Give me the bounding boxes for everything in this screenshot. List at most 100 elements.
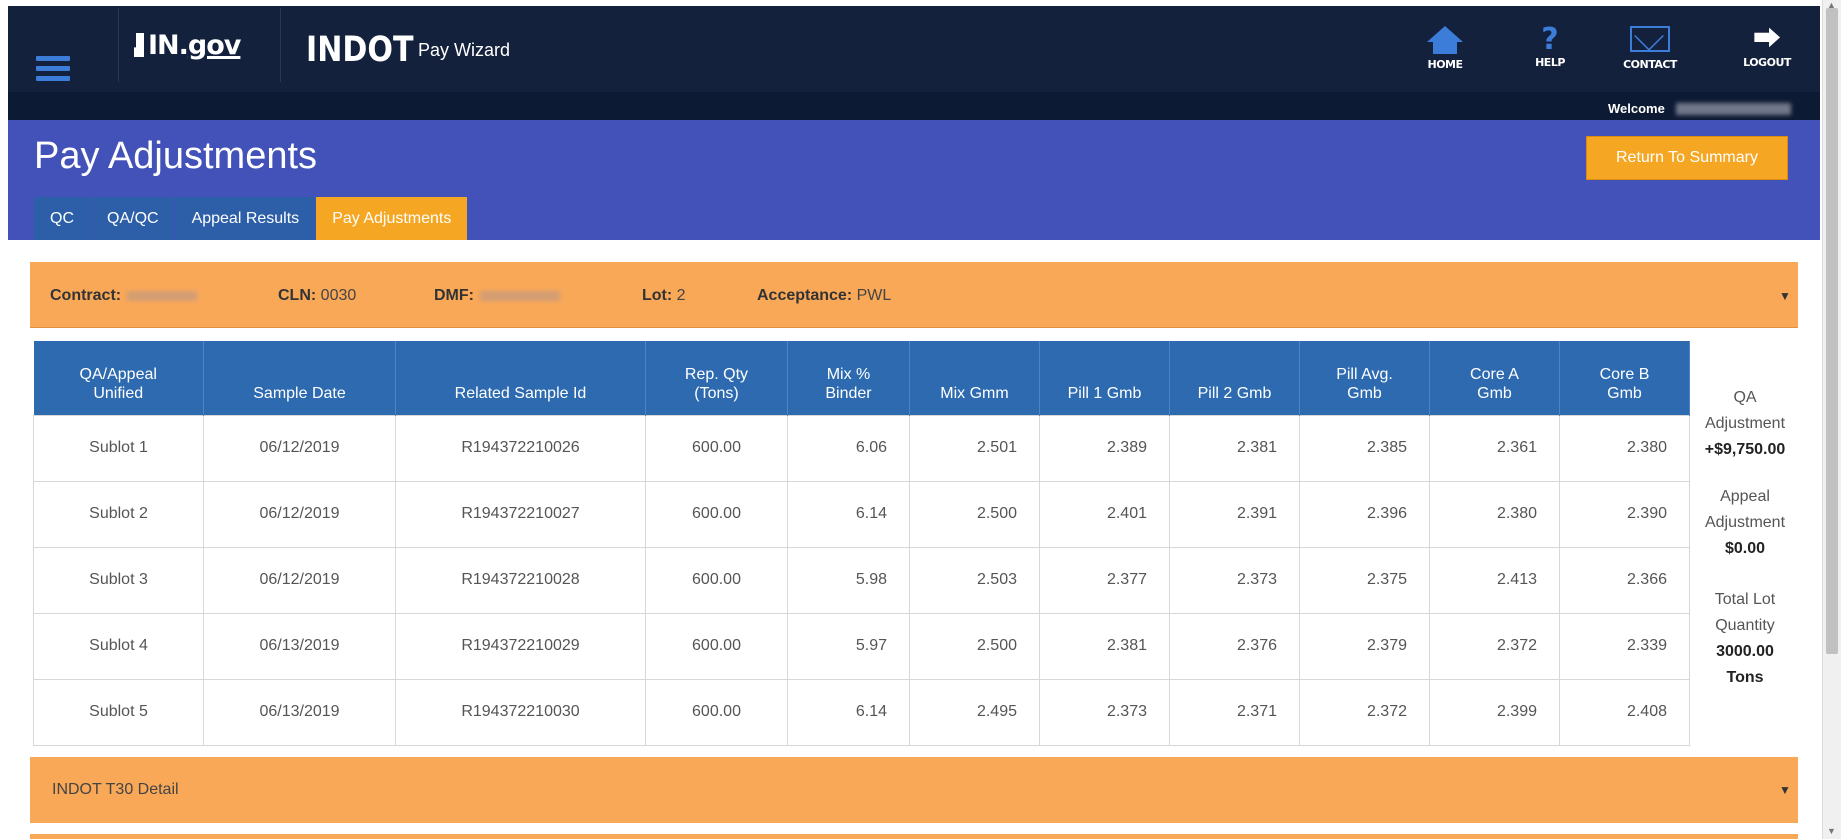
table-row: Sublot 5 06/13/2019 R194372210030 600.00 6.1… — [33, 678, 1690, 746]
appeal-adjustment: Appeal Adjustment $0.00 — [1704, 488, 1786, 557]
home-link[interactable]: HOME — [1410, 24, 1480, 71]
table-cell: 2.399 — [1429, 678, 1560, 746]
table-cell: 2.366 — [1559, 546, 1690, 614]
hamburger-menu-icon[interactable] — [36, 56, 70, 82]
total-lot-quantity: Total Lot Quantity 3000.00 Tons — [1714, 591, 1776, 686]
table-cell: 2.408 — [1559, 678, 1690, 746]
table-cell: 2.373 — [1169, 546, 1300, 614]
table-cell: 600.00 — [645, 546, 788, 614]
table-row: Sublot 2 06/12/2019 R194372210027 600.00 6.1… — [33, 480, 1690, 548]
column-header: Pill 1 Gmb — [1039, 341, 1170, 415]
table-cell: 2.339 — [1559, 612, 1690, 680]
tab-qa-qc[interactable]: QA/QC — [91, 197, 176, 240]
table-cell: Sublot 3 — [33, 546, 204, 614]
tab-qc[interactable]: QC — [34, 197, 91, 240]
column-header: Mix Gmm — [909, 341, 1040, 415]
table-cell: R194372210027 — [395, 480, 646, 548]
welcome-username-redacted — [1676, 103, 1791, 115]
column-header: Pill 2 Gmb — [1169, 341, 1300, 415]
t30-detail-bar[interactable] — [30, 757, 1798, 823]
table-cell: 06/12/2019 — [203, 546, 396, 614]
table-cell: Sublot 4 — [33, 612, 204, 680]
acceptance-field: Acceptance: PWL — [757, 287, 892, 304]
qa-adjustment: QA Adjustment +$9,750.00 — [1704, 389, 1786, 458]
table-cell: 2.385 — [1299, 414, 1430, 482]
table-cell: 5.97 — [787, 612, 910, 680]
scroll-down-icon[interactable]: ▼ — [1827, 826, 1836, 836]
dmf-field: DMF: — [434, 287, 560, 305]
column-header: Mix % Binder — [787, 341, 910, 415]
table-cell: 2.373 — [1039, 678, 1170, 746]
table-cell: 2.375 — [1299, 546, 1430, 614]
mail-icon — [1615, 26, 1685, 56]
app-name: Pay Wizard — [418, 40, 511, 60]
scrollbar-thumb[interactable] — [1826, 8, 1838, 654]
table-cell: 6.06 — [787, 414, 910, 482]
table-cell: 6.14 — [787, 678, 910, 746]
table-cell: Sublot 2 — [33, 480, 204, 548]
nav-divider — [280, 8, 281, 82]
table-cell: 600.00 — [645, 480, 788, 548]
table-cell: 2.372 — [1299, 678, 1430, 746]
table-cell: Sublot 5 — [33, 678, 204, 746]
contract-field: Contract: — [50, 287, 198, 305]
welcome-bar — [8, 92, 1820, 120]
chevron-down-icon[interactable]: ▼ — [1779, 783, 1791, 797]
table-cell: 2.361 — [1429, 414, 1560, 482]
help-link[interactable]: ? HELP — [1515, 24, 1585, 70]
table-cell: 2.401 — [1039, 480, 1170, 548]
table-cell: 2.372 — [1429, 612, 1560, 680]
column-header: Pill Avg. Gmb — [1299, 341, 1430, 415]
table-cell: 2.381 — [1169, 414, 1300, 482]
table-row: Sublot 1 06/12/2019 R194372210026 600.00 6.0… — [33, 414, 1690, 482]
table-cell: 06/12/2019 — [203, 480, 396, 548]
table-cell: 2.371 — [1169, 678, 1300, 746]
table-cell: 2.500 — [909, 480, 1040, 548]
table-cell: Sublot 1 — [33, 414, 204, 482]
contact-link[interactable]: CONTACT — [1615, 24, 1685, 71]
table-cell: 600.00 — [645, 414, 788, 482]
indiana-flag-icon — [134, 33, 144, 57]
column-header: Rep. Qty (Tons) — [645, 341, 788, 415]
indot-logo[interactable]: INDOT — [306, 30, 414, 70]
table-cell: 2.500 — [909, 612, 1040, 680]
chevron-down-icon[interactable]: ▼ — [1779, 289, 1791, 303]
sublot-table: QA/Appeal Unified Sample Date Related Sampl… — [33, 341, 1690, 746]
table-cell: 06/13/2019 — [203, 678, 396, 746]
table-row: Sublot 4 06/13/2019 R194372210029 600.00 5.9… — [33, 612, 1690, 680]
table-cell: 2.390 — [1559, 480, 1690, 548]
cln-field: CLN: 0030 — [278, 287, 357, 304]
scroll-up-icon[interactable]: ▲ — [1827, 0, 1836, 10]
contract-number-redacted — [127, 290, 198, 301]
table-cell: 06/12/2019 — [203, 414, 396, 482]
ingov-logo[interactable]: IN.gov — [134, 30, 241, 61]
column-header: Sample Date — [203, 341, 396, 415]
table-cell: 600.00 — [645, 678, 788, 746]
table-cell: 2.376 — [1169, 612, 1300, 680]
welcome-label: Welcome — [1608, 101, 1665, 116]
table-cell: 2.413 — [1429, 546, 1560, 614]
table-cell: 2.379 — [1299, 612, 1430, 680]
return-to-summary-button[interactable]: Return To Summary — [1586, 136, 1788, 180]
dmf-number-redacted — [479, 290, 560, 301]
tab-pay-adjustments[interactable]: Pay Adjustments — [316, 197, 469, 240]
column-header: Core B Gmb — [1559, 341, 1690, 415]
column-header: Core A Gmb — [1429, 341, 1560, 415]
tab-bar: QC QA/QC Appeal Results Pay Adjustments — [34, 197, 469, 240]
logout-link[interactable]: ⮕ LOGOUT — [1732, 24, 1802, 70]
table-cell: 2.396 — [1299, 480, 1430, 548]
table-cell: R194372210029 — [395, 612, 646, 680]
lot-field: Lot: 2 — [642, 287, 686, 304]
table-cell: 2.495 — [909, 678, 1040, 746]
tab-appeal-results[interactable]: Appeal Results — [175, 197, 317, 240]
table-cell: 600.00 — [645, 612, 788, 680]
table-cell: 2.389 — [1039, 414, 1170, 482]
table-cell: 2.501 — [909, 414, 1040, 482]
table-cell: R194372210030 — [395, 678, 646, 746]
table-cell: 5.98 — [787, 546, 910, 614]
table-cell: 6.14 — [787, 480, 910, 548]
next-section-bar — [30, 834, 1798, 839]
table-cell: 2.381 — [1039, 612, 1170, 680]
home-icon — [1410, 26, 1480, 56]
table-cell: 2.380 — [1559, 414, 1690, 482]
